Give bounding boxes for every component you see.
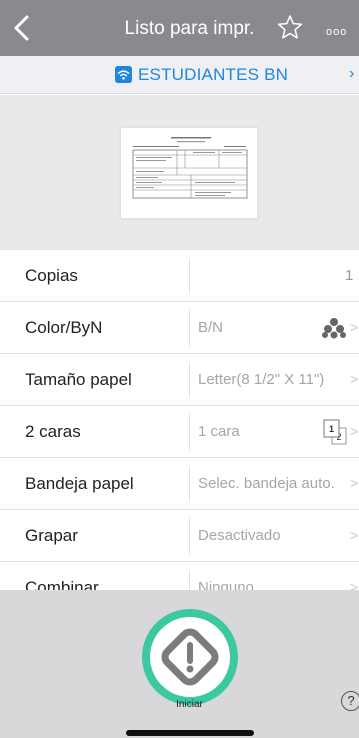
duplex-value: 1 cara xyxy=(198,423,240,440)
printer-selector[interactable]: ESTUDIANTES BN › xyxy=(0,56,359,94)
document-page-thumbnail[interactable] xyxy=(120,127,258,219)
settings-row-copies[interactable]: Copias 1 xyxy=(0,250,359,302)
page-title: Listo para impr. xyxy=(124,18,255,39)
paper-size-value: Letter(8 1/2" X 11") xyxy=(198,371,325,388)
chevron-right-icon: > xyxy=(350,319,359,335)
chevron-right-icon: > xyxy=(350,423,359,439)
row-divider xyxy=(189,310,190,346)
staple-label: Grapar xyxy=(25,526,78,545)
chevron-right-icon: > xyxy=(350,371,359,387)
top-nav-bar: Listo para impr. ooo xyxy=(0,0,359,56)
document-preview-area xyxy=(0,95,359,250)
row-divider xyxy=(189,518,190,554)
chevron-right-icon: > xyxy=(350,475,359,491)
settings-row-duplex[interactable]: 2 caras 1 cara 2 1 > xyxy=(0,406,359,458)
settings-row-paper-size[interactable]: Tamaño papel Letter(8 1/2" X 11") > xyxy=(0,354,359,406)
paper-size-label: Tamaño papel xyxy=(25,370,132,389)
color-label: Color/ByN xyxy=(25,318,103,337)
star-outline-icon[interactable] xyxy=(277,14,303,40)
row-divider xyxy=(189,362,190,398)
chevron-right-icon: › xyxy=(349,65,355,82)
svg-text:1: 1 xyxy=(329,424,334,434)
home-indicator xyxy=(126,730,254,736)
settings-row-paper-tray[interactable]: Bandeja papel Selec. bandeja auto. > xyxy=(0,458,359,510)
help-icon[interactable]: ? xyxy=(341,691,359,711)
start-button-face xyxy=(150,617,230,697)
row-divider xyxy=(189,466,190,502)
start-button-label: Iniciar xyxy=(176,699,203,710)
more-options-icon[interactable]: ooo xyxy=(326,26,347,38)
row-divider xyxy=(189,258,190,294)
copies-count[interactable]: 1 xyxy=(345,267,353,284)
wifi-icon xyxy=(115,66,132,83)
diamond-start-icon xyxy=(161,628,219,686)
color-dots-icon xyxy=(322,318,346,339)
chevron-right-icon: > xyxy=(350,527,359,543)
settings-row-staple[interactable]: Grapar Desactivado > xyxy=(0,510,359,562)
start-print-button[interactable] xyxy=(142,609,238,705)
color-value: B/N xyxy=(198,319,224,336)
settings-row-color[interactable]: Color/ByN B/N > xyxy=(0,302,359,354)
copies-label: Copias xyxy=(25,266,78,285)
document-thumbnail-image xyxy=(132,137,248,199)
duplex-pages-icon: 2 1 xyxy=(323,419,347,445)
row-divider xyxy=(189,414,190,450)
paper-tray-label: Bandeja papel xyxy=(25,474,134,493)
paper-tray-value: Selec. bandeja auto. xyxy=(198,475,335,492)
print-settings-list: Copias 1 Color/ByN B/N > Tamaño papel Le… xyxy=(0,250,359,614)
printer-network-name: ESTUDIANTES BN xyxy=(138,65,289,84)
duplex-label: 2 caras xyxy=(25,422,81,441)
staple-value: Desactivado xyxy=(198,527,281,544)
